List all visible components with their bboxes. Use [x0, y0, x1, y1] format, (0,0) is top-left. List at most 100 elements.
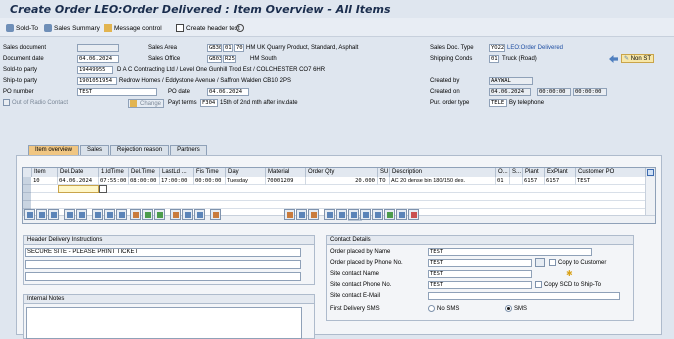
sold-to-party-field[interactable]: 19449955	[77, 66, 113, 74]
cell-customer-po[interactable]: TEST	[576, 177, 646, 185]
copy-to-customer-checkbox[interactable]	[549, 259, 556, 266]
insert-icon[interactable]	[104, 209, 115, 220]
col-header[interactable]: Del.Time	[129, 168, 160, 177]
table-row[interactable]	[23, 201, 655, 209]
col-header[interactable]: Plant	[523, 168, 545, 177]
cell-material[interactable]: 70001209	[266, 177, 306, 185]
text-icon[interactable]	[194, 209, 205, 220]
table-row[interactable]: 10 04.06.2024 07:55:00 08:00:00 17:00:00…	[23, 177, 655, 185]
col-header[interactable]: Item	[32, 168, 58, 177]
po-number-field[interactable]: TEST	[77, 88, 157, 96]
col-header[interactable]: Order Qty	[306, 168, 378, 177]
tab-sales[interactable]: Sales	[80, 145, 110, 155]
sales-document-field[interactable]	[77, 44, 119, 52]
sales-summary-button[interactable]: Sales Summary	[44, 22, 100, 34]
more-button[interactable]	[236, 22, 244, 34]
col-header[interactable]: ExPlant	[545, 168, 576, 177]
sort-asc-icon[interactable]	[396, 209, 407, 220]
order-by-phone-field[interactable]: TEST	[428, 259, 532, 267]
copy-icon[interactable]	[48, 209, 59, 220]
pricing-icon[interactable]	[130, 209, 141, 220]
col-header[interactable]: S...	[510, 168, 523, 177]
table-settings-icon[interactable]	[646, 168, 655, 177]
site-contact-phone-field[interactable]: TEST	[428, 281, 532, 289]
find-icon[interactable]	[348, 209, 359, 220]
vertical-scrollbar[interactable]	[645, 177, 655, 215]
tab-rejection-reason[interactable]: Rejection reason	[110, 145, 170, 155]
table-row[interactable]	[23, 185, 655, 193]
site-contact-name-field[interactable]: TEST	[428, 270, 532, 278]
cell-fis-time[interactable]: 00:00:00	[194, 177, 226, 185]
sales-doc-type-field[interactable]: YO22	[489, 44, 505, 52]
sort-desc-icon[interactable]	[408, 209, 419, 220]
cell-del-date[interactable]: 04.06.2024	[58, 177, 99, 185]
config-icon[interactable]	[170, 209, 181, 220]
view-icon[interactable]	[372, 209, 383, 220]
po-date-field[interactable]: 04.06.2024	[207, 88, 249, 96]
internal-notes-textarea[interactable]	[26, 307, 302, 339]
export-icon[interactable]	[324, 209, 335, 220]
delete-icon[interactable]	[92, 209, 103, 220]
order-by-name-field[interactable]: TEST	[428, 248, 592, 256]
sales-org-field[interactable]: GB30	[207, 44, 222, 52]
deselect-icon[interactable]	[76, 209, 87, 220]
payt-terms-field[interactable]: F304	[200, 99, 218, 107]
tab-item-overview[interactable]: Item overview	[28, 145, 80, 155]
pur-order-type-field[interactable]: TELE	[489, 99, 507, 107]
no-sms-radio[interactable]	[428, 305, 435, 312]
cell-last-load[interactable]: 17:00:00	[160, 177, 194, 185]
cell-first-load-time[interactable]: 07:55:00	[99, 177, 129, 185]
ship-to-party-field[interactable]: 1901051954	[77, 77, 117, 85]
out-of-radio-contact-checkbox[interactable]	[3, 99, 10, 106]
col-header[interactable]: Customer PO	[576, 168, 646, 177]
header-detail-icon[interactable]	[36, 209, 47, 220]
filter-icon[interactable]	[284, 209, 295, 220]
col-header[interactable]: Material	[266, 168, 306, 177]
col-header[interactable]: LastLd ...	[160, 168, 194, 177]
calendar-icon[interactable]	[99, 185, 107, 193]
col-header[interactable]: 1.ldTime	[99, 168, 129, 177]
more-functions-icon[interactable]	[210, 209, 221, 220]
del-date-input[interactable]	[58, 185, 99, 193]
table-select-all[interactable]	[23, 168, 32, 177]
select-all-icon[interactable]	[64, 209, 75, 220]
schedule-icon[interactable]	[154, 209, 165, 220]
availability-icon[interactable]	[142, 209, 153, 220]
col-header[interactable]: SU	[378, 168, 390, 177]
cell-s[interactable]	[510, 177, 523, 185]
layout-icon[interactable]	[296, 209, 307, 220]
phone-lookup-icon[interactable]	[535, 258, 545, 267]
col-header[interactable]: Fis Time	[194, 168, 226, 177]
sales-office-field[interactable]: GB03	[207, 55, 222, 63]
sum-icon[interactable]	[308, 209, 319, 220]
create-header-text-button[interactable]: Create header text	[176, 22, 240, 34]
batch-icon[interactable]	[182, 209, 193, 220]
cell-order-qty[interactable]: 20.000	[306, 177, 378, 185]
col-header[interactable]: Description	[390, 168, 496, 177]
cell-o[interactable]: 01	[496, 177, 510, 185]
message-control-button[interactable]: Message control	[104, 22, 162, 34]
distribution-channel-field[interactable]: 01	[223, 44, 233, 52]
cell-explant[interactable]: 6157	[545, 177, 576, 185]
non-st-badge[interactable]: ✎ Non ST	[621, 54, 655, 63]
table-row[interactable]	[23, 193, 655, 201]
cell-del-time[interactable]: 08:00:00	[129, 177, 160, 185]
tab-partners[interactable]: Partners	[170, 145, 207, 155]
delivery-instruction-line1[interactable]: SECURE SITE - PLEASE PRINT TICKET	[25, 248, 301, 257]
sales-group-field[interactable]: R25	[223, 55, 236, 63]
delivery-instruction-line3[interactable]	[25, 272, 301, 281]
site-contact-email-field[interactable]	[428, 292, 620, 300]
division-field[interactable]: 70	[234, 44, 244, 52]
graphic-icon[interactable]	[384, 209, 395, 220]
copy-scd-checkbox[interactable]	[535, 281, 542, 288]
find-next-icon[interactable]	[360, 209, 371, 220]
col-header[interactable]: Del.Date	[58, 168, 99, 177]
delivery-instruction-line2[interactable]	[25, 260, 301, 269]
print-icon[interactable]	[336, 209, 347, 220]
cell-su[interactable]: TO	[378, 177, 390, 185]
sms-radio[interactable]	[505, 305, 512, 312]
document-date-field[interactable]: 04.06.2024	[77, 55, 119, 63]
sort-icon[interactable]	[116, 209, 127, 220]
col-header[interactable]: Day	[226, 168, 266, 177]
col-header[interactable]: O...	[496, 168, 510, 177]
